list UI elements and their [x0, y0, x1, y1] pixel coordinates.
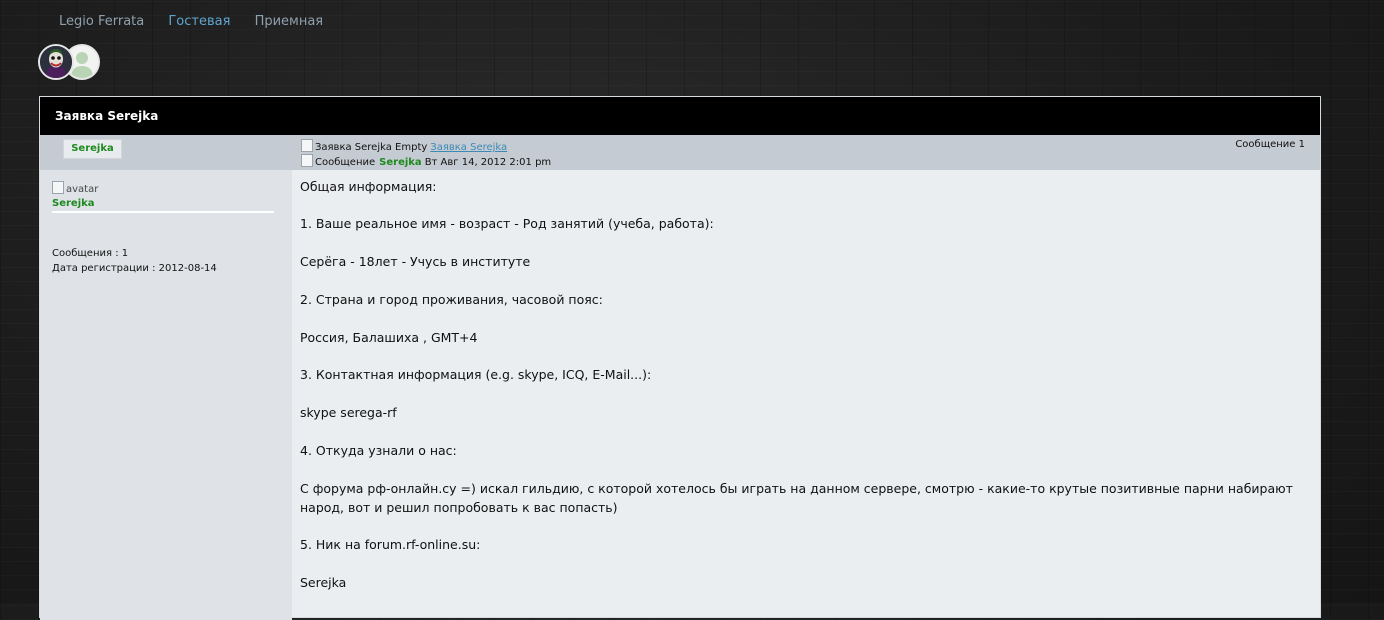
topic-panel: Заявка Serejka Serejka Заявка Serejka Em… — [39, 96, 1321, 620]
post-date: Вт Авг 14, 2012 2:01 pm — [424, 157, 552, 168]
post-body: avatar Serejka Сообщения : 1 Дата регист… — [40, 170, 1320, 620]
post-icon-alt: Заявка Serejka Empty — [315, 142, 428, 153]
content-line: 5. Ник на forum.rf-online.su: — [300, 537, 481, 552]
nav-link-guestbook[interactable]: Гостевая — [168, 14, 230, 29]
post-header: Serejka Заявка Serejka Empty Заявка Serej… — [40, 135, 1320, 170]
broken-image-icon — [52, 181, 64, 194]
post-meta-line: Сообщение Serejka Вт Авг 14, 2012 2:01 pm — [301, 154, 551, 168]
profile-divider — [52, 211, 274, 213]
topic-title: Заявка Serejka — [40, 97, 1320, 135]
post-icon — [301, 139, 313, 152]
profile-registration-date: Дата регистрации : 2012-08-14 — [52, 263, 217, 274]
user-avatars — [38, 44, 102, 80]
content-line: skype serega-rf — [300, 405, 397, 420]
nav-link-reception[interactable]: Приемная — [255, 14, 324, 29]
content-line: Serejka — [300, 575, 347, 590]
joker-face-icon — [40, 46, 72, 78]
profile-nick[interactable]: Serejka — [52, 198, 95, 209]
content-line: 3. Контактная информация (e.g. skype, IC… — [300, 367, 652, 382]
message-icon-alt: Сообщение — [315, 157, 376, 168]
profile-sidebar: avatar Serejka Сообщения : 1 Дата регист… — [40, 170, 292, 620]
post-content: Общая информация: 1. Ваше реальное имя -… — [300, 177, 1310, 592]
content-line: 1. Ваше реальное имя - возраст - Род зан… — [300, 216, 714, 231]
content-line: Серёга - 18лет - Учусь в институте — [300, 254, 531, 269]
content-line: Общая информация: — [300, 179, 437, 194]
profile-avatar-alt: avatar — [66, 184, 99, 195]
post-title-link[interactable]: Заявка Serejka — [430, 142, 507, 153]
post-author-nick[interactable]: Serejka — [379, 157, 422, 168]
member-avatar-joker[interactable] — [38, 44, 74, 80]
content-line: 4. Откуда узнали о нас: — [300, 443, 457, 458]
content-line: С форума рф-онлайн.су =) искал гильдию, … — [300, 481, 1293, 515]
profile-post-count: Сообщения : 1 — [52, 248, 129, 259]
content-line: 2. Страна и город проживания, часовой по… — [300, 292, 603, 307]
post-number[interactable]: Сообщение 1 — [1235, 139, 1305, 150]
top-navigation: Legio Ferrata Гостевая Приемная — [59, 14, 343, 29]
content-line: Россия, Балашиха , GMT+4 — [300, 330, 478, 345]
message-icon — [301, 154, 313, 167]
nav-link-home[interactable]: Legio Ferrata — [59, 14, 144, 29]
profile-avatar: avatar — [52, 181, 98, 195]
post-author-box[interactable]: Serejka — [63, 139, 122, 159]
post-title-line: Заявка Serejka Empty Заявка Serejka — [301, 139, 507, 153]
